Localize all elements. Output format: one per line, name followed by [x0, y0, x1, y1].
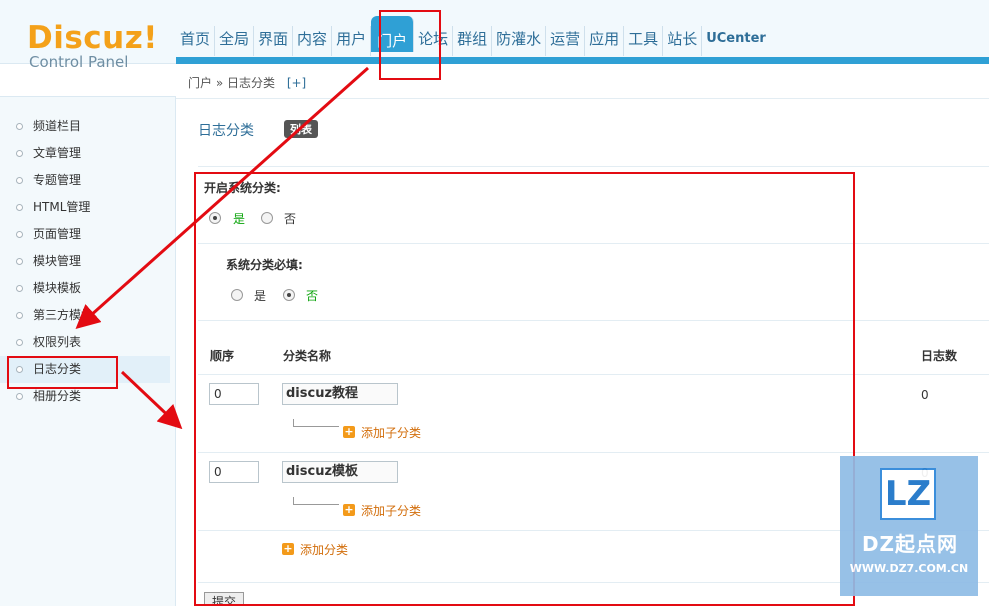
watermark: LZ DZ起点网 WWW.DZ7.COM.CN: [840, 456, 978, 596]
watermark-logo: LZ: [880, 468, 936, 520]
watermark-name: DZ起点网: [861, 532, 959, 556]
arrow-nav-to-sidebar: [75, 66, 369, 329]
watermark-url: WWW.DZ7.COM.CN: [849, 562, 969, 575]
arrow-sidebar-to-form: [120, 370, 183, 430]
